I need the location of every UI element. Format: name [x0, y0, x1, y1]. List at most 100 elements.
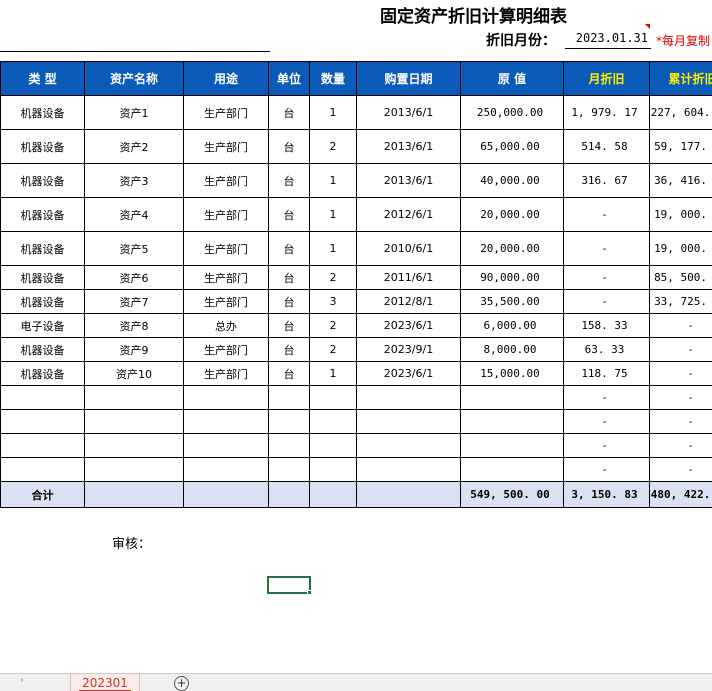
- table-cell[interactable]: [183, 409, 269, 434]
- table-cell[interactable]: 2: [309, 265, 357, 290]
- table-cell[interactable]: 1: [309, 163, 357, 198]
- table-cell[interactable]: 机器设备: [0, 163, 85, 198]
- table-cell[interactable]: 59, 177. 08: [649, 129, 712, 164]
- table-cell[interactable]: 1: [309, 95, 357, 130]
- table-cell[interactable]: [268, 481, 310, 508]
- table-cell[interactable]: 316. 67: [563, 163, 650, 198]
- table-cell[interactable]: [268, 457, 310, 482]
- column-header[interactable]: 数量: [309, 61, 357, 96]
- table-cell[interactable]: [356, 409, 461, 434]
- table-cell[interactable]: 2012/6/1: [356, 197, 461, 232]
- month-value-cell[interactable]: 2023.01.31: [565, 31, 651, 49]
- table-cell[interactable]: 生产部门: [183, 95, 269, 130]
- table-cell[interactable]: 8,000.00: [460, 337, 564, 362]
- table-cell[interactable]: 2023/9/1: [356, 337, 461, 362]
- table-cell[interactable]: 250,000.00: [460, 95, 564, 130]
- table-cell[interactable]: 生产部门: [183, 129, 269, 164]
- table-cell[interactable]: 资产1: [84, 95, 184, 130]
- table-cell[interactable]: [356, 457, 461, 482]
- table-cell[interactable]: [309, 385, 357, 410]
- table-cell[interactable]: -: [563, 265, 650, 290]
- table-cell[interactable]: [356, 433, 461, 458]
- table-cell[interactable]: [0, 433, 85, 458]
- table-cell[interactable]: 机器设备: [0, 197, 85, 232]
- table-cell[interactable]: 6,000.00: [460, 313, 564, 338]
- table-cell[interactable]: 机器设备: [0, 265, 85, 290]
- comment-indicator-icon[interactable]: [645, 24, 650, 29]
- table-cell[interactable]: 台: [268, 313, 310, 338]
- table-cell[interactable]: 生产部门: [183, 163, 269, 198]
- table-cell[interactable]: 机器设备: [0, 95, 85, 130]
- table-cell[interactable]: [183, 481, 269, 508]
- table-cell[interactable]: 227, 604. 17: [649, 95, 712, 130]
- table-cell[interactable]: 35,500.00: [460, 289, 564, 314]
- table-cell[interactable]: 生产部门: [183, 337, 269, 362]
- fill-handle[interactable]: [307, 590, 312, 595]
- table-cell[interactable]: -: [649, 385, 712, 410]
- table-cell[interactable]: [309, 433, 357, 458]
- table-cell[interactable]: [268, 385, 310, 410]
- table-cell[interactable]: 90,000.00: [460, 265, 564, 290]
- total-accumulated-depreciation[interactable]: 480, 422. 92: [649, 481, 712, 508]
- table-cell[interactable]: 台: [268, 95, 310, 130]
- table-cell[interactable]: -: [649, 361, 712, 386]
- table-cell[interactable]: [268, 433, 310, 458]
- table-cell[interactable]: 85, 500. 00: [649, 265, 712, 290]
- table-cell[interactable]: 2: [309, 129, 357, 164]
- table-cell[interactable]: 63. 33: [563, 337, 650, 362]
- table-cell[interactable]: 台: [268, 163, 310, 198]
- table-cell[interactable]: 台: [268, 197, 310, 232]
- table-cell[interactable]: 机器设备: [0, 289, 85, 314]
- table-cell[interactable]: [460, 457, 564, 482]
- table-cell[interactable]: 33, 725. 00: [649, 289, 712, 314]
- table-cell[interactable]: -: [649, 433, 712, 458]
- table-cell[interactable]: 20,000.00: [460, 231, 564, 266]
- table-cell[interactable]: 2023/6/1: [356, 313, 461, 338]
- table-cell[interactable]: [356, 385, 461, 410]
- table-cell[interactable]: [84, 385, 184, 410]
- table-cell[interactable]: -: [649, 313, 712, 338]
- table-cell[interactable]: [0, 385, 85, 410]
- table-cell[interactable]: [183, 457, 269, 482]
- table-cell[interactable]: 生产部门: [183, 231, 269, 266]
- column-header[interactable]: 用途: [183, 61, 269, 96]
- table-cell[interactable]: -: [563, 457, 650, 482]
- table-cell[interactable]: [84, 433, 184, 458]
- table-cell[interactable]: [460, 385, 564, 410]
- table-cell[interactable]: 台: [268, 361, 310, 386]
- table-cell[interactable]: 生产部门: [183, 361, 269, 386]
- table-cell[interactable]: 资产3: [84, 163, 184, 198]
- table-cell[interactable]: [309, 457, 357, 482]
- sheet-tab-202301[interactable]: 202301: [70, 674, 140, 691]
- column-header[interactable]: 资产名称: [84, 61, 184, 96]
- table-cell[interactable]: 1: [309, 361, 357, 386]
- table-cell[interactable]: [84, 457, 184, 482]
- total-label[interactable]: 合计: [0, 481, 85, 508]
- table-cell[interactable]: [183, 385, 269, 410]
- table-cell[interactable]: 生产部门: [183, 197, 269, 232]
- table-cell[interactable]: -: [649, 457, 712, 482]
- table-cell[interactable]: -: [649, 337, 712, 362]
- table-cell[interactable]: -: [563, 433, 650, 458]
- column-header[interactable]: 类 型: [0, 61, 85, 96]
- table-cell[interactable]: 生产部门: [183, 265, 269, 290]
- table-cell[interactable]: 19, 000. 00: [649, 231, 712, 266]
- add-sheet-icon[interactable]: +: [174, 676, 189, 691]
- table-cell[interactable]: 1, 979. 17: [563, 95, 650, 130]
- table-cell[interactable]: 20,000.00: [460, 197, 564, 232]
- table-cell[interactable]: 2012/8/1: [356, 289, 461, 314]
- table-cell[interactable]: 台: [268, 337, 310, 362]
- table-cell[interactable]: [460, 433, 564, 458]
- column-header[interactable]: 单位: [268, 61, 310, 96]
- table-cell[interactable]: -: [563, 385, 650, 410]
- table-cell[interactable]: -: [563, 231, 650, 266]
- table-cell[interactable]: 2023/6/1: [356, 361, 461, 386]
- table-cell[interactable]: 15,000.00: [460, 361, 564, 386]
- table-cell[interactable]: 36, 416. 67: [649, 163, 712, 198]
- table-cell[interactable]: [309, 409, 357, 434]
- table-cell[interactable]: 台: [268, 231, 310, 266]
- table-cell[interactable]: [84, 409, 184, 434]
- table-cell[interactable]: 2013/6/1: [356, 163, 461, 198]
- table-cell[interactable]: 台: [268, 289, 310, 314]
- table-cell[interactable]: 总办: [183, 313, 269, 338]
